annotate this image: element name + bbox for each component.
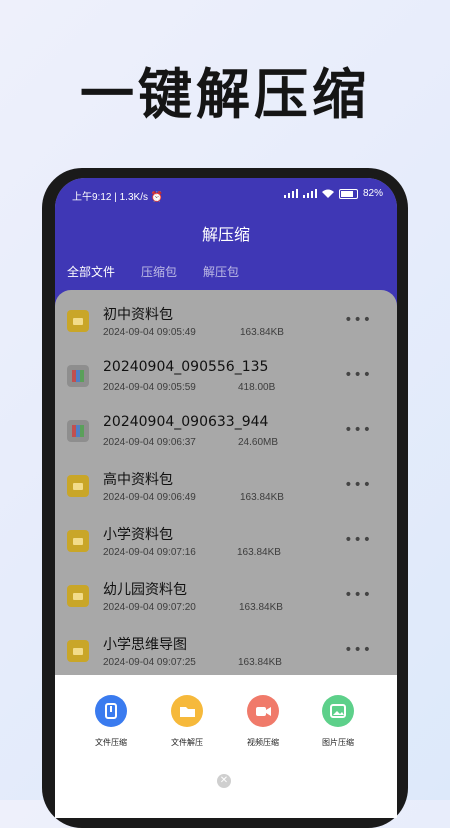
page-title: 解压缩 [201, 225, 250, 244]
more-icon[interactable]: ••• [344, 587, 372, 603]
file-size: 163.84KB [237, 547, 281, 558]
file-list: 初中资料包 2024-09-04 09:05:49 163.84KB ••• 2… [55, 290, 397, 710]
folder-icon [67, 310, 89, 332]
phone-screen: 上午9:12 | 1.3K/s ⏰ 82% 解压缩 全部文件 压缩包 解压包 初… [55, 178, 397, 818]
status-time-text: 上午9:12 | 1.3K/s [72, 192, 148, 203]
tool-label: 视频压缩 [247, 738, 279, 747]
app-header: 上午9:12 | 1.3K/s ⏰ 82% 解压缩 全部文件 压缩包 解压包 [55, 178, 397, 308]
file-compress-button[interactable]: 文件压缩 [81, 695, 141, 748]
file-extract-button[interactable]: 文件解压 [157, 695, 217, 748]
file-name: 幼儿园资料包 [103, 582, 187, 598]
file-date: 2024-09-04 09:07:20 [103, 602, 196, 613]
tab-extracted[interactable]: 解压包 [203, 263, 239, 280]
file-name: 初中资料包 [103, 307, 173, 323]
folder-icon [67, 530, 89, 552]
promo-title: 一键解压缩 [80, 63, 370, 126]
tab-bar: 全部文件 压缩包 解压包 [67, 263, 239, 280]
signal-icon [302, 189, 317, 198]
battery-level: 82% [362, 188, 383, 199]
file-size: 163.84KB [239, 602, 283, 613]
file-date: 2024-09-04 09:06:49 [103, 492, 196, 503]
alarm-icon: ⏰ [150, 192, 164, 203]
file-date: 2024-09-04 09:05:49 [103, 327, 196, 338]
file-date: 2024-09-04 09:06:37 [103, 437, 196, 448]
archive-icon [67, 365, 89, 387]
folder-icon [67, 585, 89, 607]
tool-label: 图片压缩 [322, 738, 354, 747]
signal-icon [283, 189, 298, 198]
image-icon [322, 695, 354, 727]
folder-icon [67, 640, 89, 662]
file-name: 高中资料包 [103, 472, 173, 488]
archive-icon [67, 420, 89, 442]
status-bar: 上午9:12 | 1.3K/s ⏰ 82% [55, 178, 397, 210]
video-icon [247, 695, 279, 727]
tab-all-files[interactable]: 全部文件 [67, 263, 115, 280]
file-size: 163.84KB [240, 327, 284, 338]
file-size: 24.60MB [238, 437, 279, 448]
more-icon[interactable]: ••• [344, 532, 372, 548]
file-row[interactable]: 初中资料包 2024-09-04 09:05:49 163.84KB ••• [55, 290, 397, 344]
video-compress-button[interactable]: 视频压缩 [233, 695, 293, 748]
file-date: 2024-09-04 09:05:59 [103, 382, 196, 393]
more-icon[interactable]: ••• [344, 477, 372, 493]
wifi-icon [321, 189, 334, 198]
tool-label: 文件压缩 [95, 738, 127, 747]
folder-icon [67, 475, 89, 497]
tool-label: 文件解压 [171, 738, 203, 747]
file-row[interactable]: 20240904_090633_944 2024-09-04 09:06:37 … [55, 400, 397, 454]
file-compress-icon [95, 695, 127, 727]
close-icon[interactable]: ✕ [217, 774, 231, 788]
image-compress-button[interactable]: 图片压缩 [308, 695, 368, 748]
file-row[interactable]: 小学资料包 2024-09-04 09:07:16 163.84KB ••• [55, 510, 397, 564]
battery-icon [338, 188, 358, 199]
status-icons: 82% [283, 188, 383, 199]
tab-archives[interactable]: 压缩包 [141, 263, 177, 280]
file-row[interactable]: 幼儿园资料包 2024-09-04 09:07:20 163.84KB ••• [55, 565, 397, 619]
file-name: 20240904_090633_944 [103, 414, 269, 430]
tools-panel: 文件压缩 文件解压 视频压缩 图片压缩 ✕ [55, 675, 397, 818]
file-date: 2024-09-04 09:07:16 [103, 547, 196, 558]
file-row[interactable]: 高中资料包 2024-09-04 09:06:49 163.84KB ••• [55, 455, 397, 509]
file-name: 20240904_090556_135 [103, 359, 269, 375]
battery-text: 82 [362, 188, 375, 199]
more-icon[interactable]: ••• [344, 422, 372, 438]
more-icon[interactable]: ••• [344, 367, 372, 383]
file-name: 小学思维导图 [103, 637, 187, 653]
file-row[interactable]: 20240904_090556_135 2024-09-04 09:05:59 … [55, 345, 397, 399]
more-icon[interactable]: ••• [344, 312, 372, 328]
folder-open-icon [171, 695, 203, 727]
more-icon[interactable]: ••• [344, 642, 372, 658]
status-time: 上午9:12 | 1.3K/s ⏰ [72, 188, 163, 203]
file-name: 小学资料包 [103, 527, 173, 543]
file-size: 163.84KB [240, 492, 284, 503]
file-date: 2024-09-04 09:07:25 [103, 657, 196, 668]
file-row[interactable]: 小学思维导图 2024-09-04 09:07:25 163.84KB ••• [55, 620, 397, 674]
file-size: 163.84KB [238, 657, 282, 668]
file-size: 418.00B [238, 382, 276, 393]
